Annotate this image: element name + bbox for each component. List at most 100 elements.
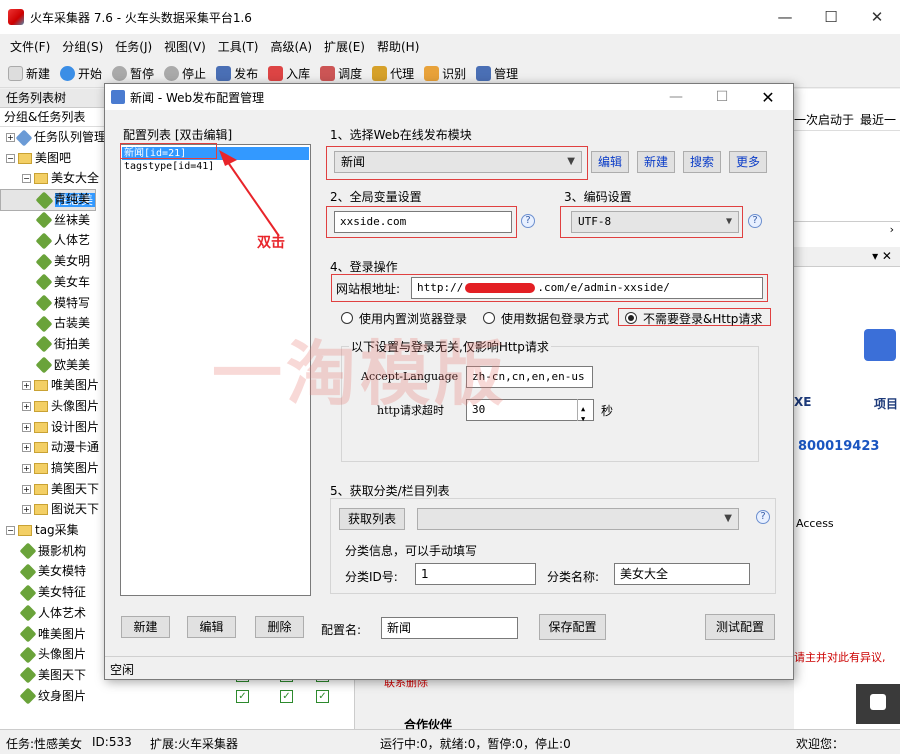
collapse-icon[interactable]: − (6, 526, 15, 536)
task-checkbox[interactable]: ✓ (236, 689, 249, 703)
timeout-spinner[interactable]: ▲ ▼ (577, 399, 593, 423)
task-icon (19, 625, 37, 643)
close-icon[interactable]: ✕ (854, 0, 900, 34)
annotation-arrow-icon (219, 150, 280, 237)
radio-no-login[interactable] (625, 312, 637, 324)
category-id-input[interactable]: 1 (415, 563, 536, 585)
dialog-close-icon[interactable]: ✕ (745, 84, 791, 110)
menu-task[interactable]: 任务(J) (115, 38, 152, 55)
more-module-button[interactable]: 更多 (729, 151, 767, 173)
help-icon-encoding[interactable]: ? (748, 214, 762, 228)
save-config-button[interactable]: 保存配置 (539, 614, 606, 640)
section1-label: 1、选择Web在线发布模块 (330, 128, 472, 142)
status-welcome: 欢迎您： (796, 737, 845, 751)
menu-file[interactable]: 文件(F) (10, 38, 50, 55)
radio-builtin-browser-label[interactable]: 使用内置浏览器登录 (359, 310, 467, 327)
config-name-input[interactable]: 新闻 (381, 617, 518, 639)
dialog-minimize-icon[interactable]: — (653, 84, 699, 110)
edit-config-button[interactable]: 编辑 (187, 616, 236, 638)
folder-icon (34, 504, 48, 516)
subpanel-close-icon[interactable]: ▾ ✕ (872, 249, 892, 263)
radio-builtin-browser[interactable] (341, 312, 353, 324)
maximize-icon[interactable]: ☐ (808, 0, 854, 34)
new-config-button[interactable]: 新建 (121, 616, 170, 638)
import-button[interactable]: 入库 (268, 65, 310, 82)
start-button[interactable]: 开始 (60, 65, 102, 82)
task-icon (35, 315, 53, 333)
proxy-button[interactable]: 代理 (372, 65, 414, 82)
new-button[interactable]: 新建 (8, 65, 50, 82)
scroll-right-icon[interactable]: › (890, 223, 894, 236)
tree-item-label: 动漫卡通 (51, 440, 100, 455)
accept-language-input[interactable]: zh-cn,cn,en,en-us (466, 366, 593, 388)
expand-icon[interactable]: + (6, 133, 15, 142)
category-name-input[interactable]: 美女大全 (614, 563, 750, 585)
menu-tools[interactable]: 工具(T) (218, 38, 259, 55)
pause-button[interactable]: 暂停 (112, 65, 154, 82)
recognize-button[interactable]: 识别 (424, 65, 466, 82)
taskbar-tray-icon[interactable] (856, 684, 900, 724)
site-root-prefix: http:// (417, 281, 464, 294)
col-header-start[interactable]: 一次启动于 (794, 109, 854, 131)
schedule-button[interactable]: 调度 (320, 65, 362, 82)
pause-icon (112, 66, 128, 81)
global-variable-input[interactable]: xxside.com (334, 211, 512, 233)
col-header-last[interactable]: 最近一 (860, 109, 896, 131)
task-icon (35, 294, 53, 312)
expand-icon[interactable]: + (22, 381, 31, 391)
site-root-suffix: .com/e/admin-xxside/ (537, 281, 670, 294)
publish-button[interactable]: 发布 (216, 65, 258, 82)
menu-group[interactable]: 分组(S) (62, 38, 103, 55)
module-select[interactable]: 新闻 ▼ (334, 151, 582, 173)
encoding-select[interactable]: UTF-8 ▼ (571, 211, 739, 233)
expand-icon[interactable]: + (22, 464, 31, 473)
expand-icon[interactable]: + (22, 484, 31, 494)
stop-button[interactable]: 停止 (164, 65, 206, 82)
search-module-button[interactable]: 搜索 (683, 151, 721, 173)
site-root-input[interactable]: http:// .com/e/admin-xxside/ (411, 277, 763, 299)
expand-icon[interactable]: + (22, 505, 31, 515)
menu-view[interactable]: 视图(V) (164, 38, 206, 55)
category-id-label: 分类ID号: (345, 570, 398, 584)
dialog-maximize-icon[interactable]: ☐ (699, 84, 745, 110)
section2-label: 2、全局变量设置 (330, 190, 422, 204)
notice-text: 请主并对此有异议, (794, 651, 886, 664)
app-logo-icon (8, 9, 24, 25)
new-module-button[interactable]: 新建 (637, 151, 675, 173)
tree-item-label: 美女大全 (51, 171, 100, 186)
menu-help[interactable]: 帮助(H) (377, 38, 419, 55)
radio-packet-login-label[interactable]: 使用数据包登录方式 (501, 310, 609, 327)
right-scrollbar[interactable]: › (794, 221, 900, 239)
tree-item[interactable]: 纹身图片 ✓ ✓ ✓ (0, 686, 354, 707)
status-id: ID:533 (92, 735, 132, 749)
task-checkbox[interactable]: ✓ (280, 689, 293, 703)
menu-advanced[interactable]: 高级(A) (270, 38, 312, 55)
config-name-label: 配置名: (321, 623, 362, 637)
edit-module-button[interactable]: 编辑 (591, 151, 629, 173)
tree-item-label: 美图天下 (51, 481, 100, 496)
help-icon-category[interactable]: ? (756, 510, 770, 524)
manage-button[interactable]: 管理 (476, 65, 518, 82)
radio-no-login-label[interactable]: 不需要登录&Http请求 (643, 310, 762, 327)
annotation-box-config (120, 143, 217, 159)
spin-down-icon[interactable]: ▼ (581, 409, 585, 429)
timeout-input[interactable]: 30 ▲ ▼ (466, 399, 594, 423)
test-config-button[interactable]: 测试配置 (705, 614, 775, 640)
minimize-icon[interactable]: — (762, 0, 808, 34)
chevron-down-icon: ▼ (567, 156, 575, 167)
publish-icon (216, 66, 232, 81)
collapse-icon[interactable]: − (6, 153, 15, 163)
expand-icon[interactable]: + (22, 401, 31, 411)
expand-icon[interactable]: + (22, 422, 31, 432)
task-checkbox[interactable]: ✓ (316, 689, 329, 703)
category-select[interactable]: ▼ (417, 508, 739, 530)
radio-packet-login[interactable] (483, 312, 495, 324)
menu-extension[interactable]: 扩展(E) (324, 38, 365, 55)
help-icon-global[interactable]: ? (521, 214, 535, 228)
delete-config-button[interactable]: 删除 (255, 616, 304, 638)
expand-icon[interactable]: + (22, 443, 31, 453)
collapse-icon[interactable]: − (22, 174, 31, 184)
timeout-value: 30 (472, 403, 486, 416)
fetch-list-button[interactable]: 获取列表 (339, 508, 405, 530)
tree-item-label: 美女模特 (38, 564, 87, 579)
